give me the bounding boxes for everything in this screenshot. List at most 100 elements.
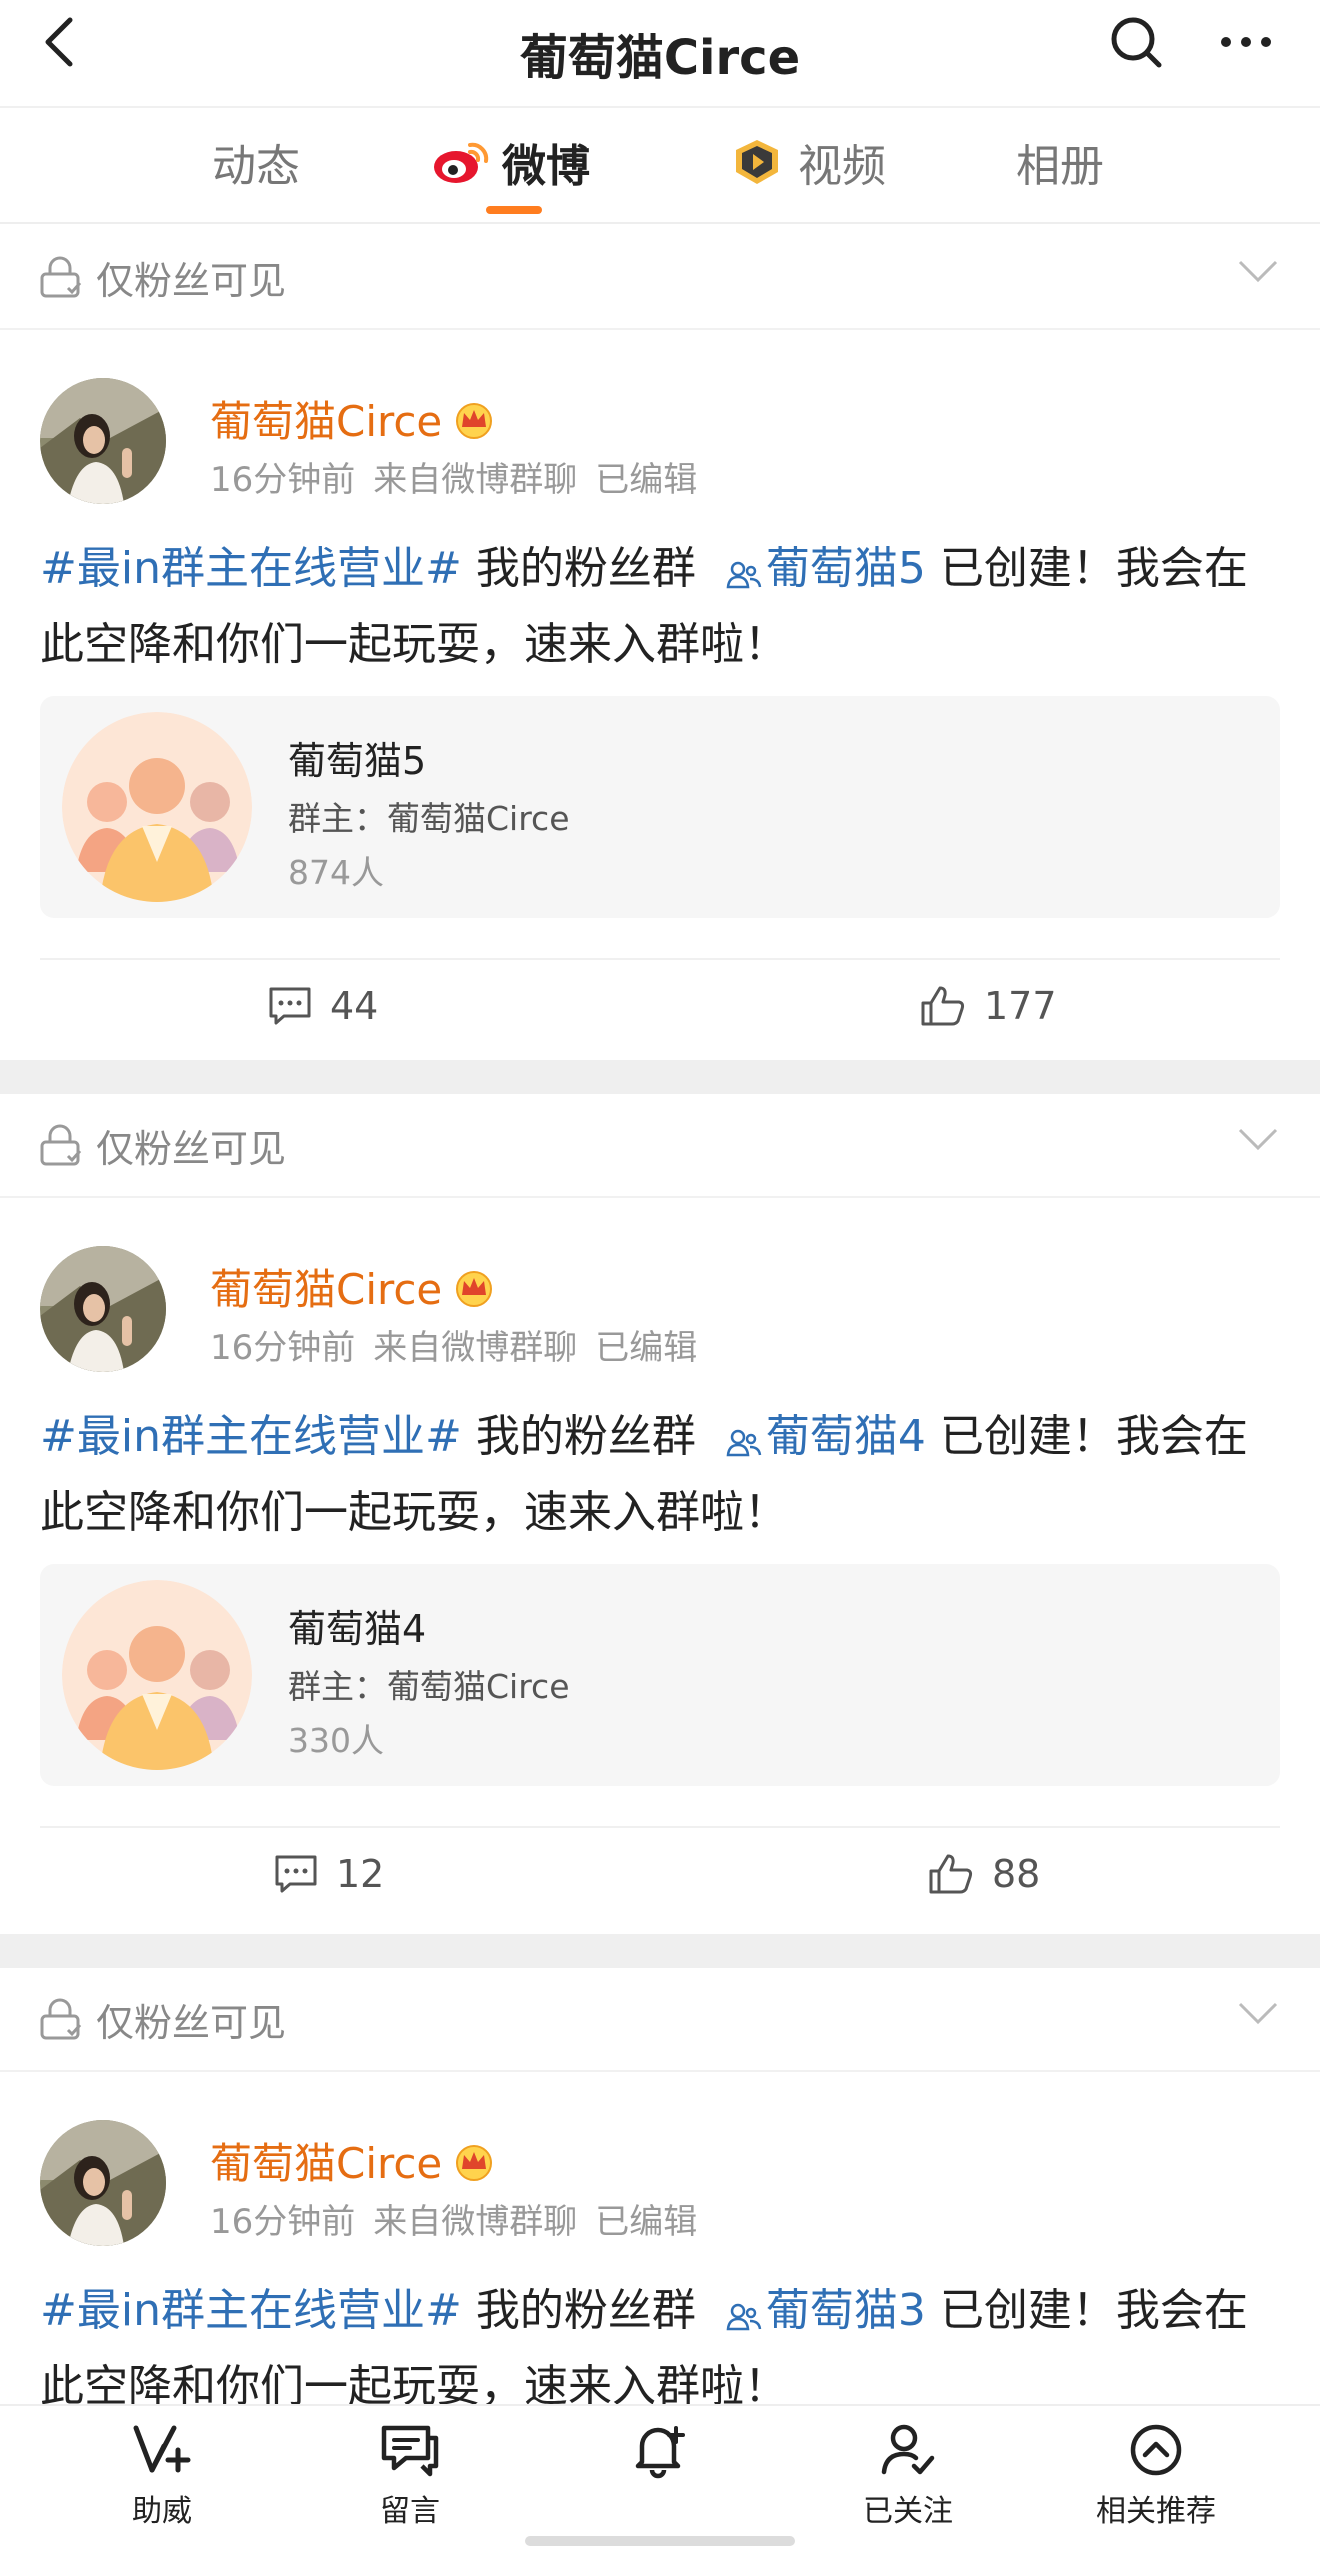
fans-only-lock-icon <box>38 254 86 300</box>
author-name-text: 葡萄猫Circe <box>210 1265 443 1314</box>
chevron-down-icon[interactable] <box>1236 1998 1280 2028</box>
message-bubble-icon <box>381 2425 439 2477</box>
tab-label: 视频 <box>798 141 886 192</box>
tab-weibo[interactable]: 微博 <box>432 132 590 192</box>
member-crown-icon <box>452 399 496 439</box>
tab-label: 相册 <box>1016 141 1104 192</box>
search-icon[interactable] <box>1108 14 1164 70</box>
bottom-nav-label: 留言 <box>380 2494 440 2529</box>
group-link-icon <box>726 540 762 610</box>
author-name-text: 葡萄猫Circe <box>210 2139 443 2188</box>
author-name[interactable]: 葡萄猫Circe <box>210 1256 496 1317</box>
author-name-text: 葡萄猫Circe <box>210 397 443 446</box>
chevron-down-icon[interactable] <box>1236 1124 1280 1154</box>
post-time: 16分钟前 <box>210 2202 356 2242</box>
thumbs-up-icon <box>921 986 965 1026</box>
chevron-down-icon[interactable] <box>1236 256 1280 286</box>
tab-videos[interactable]: 视频 <box>728 132 886 192</box>
avatar[interactable] <box>40 1246 166 1372</box>
bottom-nav-label: 已关注 <box>863 2494 953 2529</box>
post-meta: 16分钟前 来自微博群聊 已编辑 <box>210 1320 715 1369</box>
post-time: 16分钟前 <box>210 1328 356 1368</box>
video-badge-icon <box>728 138 786 186</box>
visibility-label: 仅粉丝可见 <box>96 1127 287 1171</box>
thumbs-up-icon <box>929 1854 973 1894</box>
comment-button[interactable]: 44 <box>268 984 378 1028</box>
post-divider <box>0 1934 1320 1968</box>
page-title: 葡萄猫Circe <box>519 30 801 86</box>
post-source[interactable]: 来自微博群聊 <box>373 460 577 500</box>
visibility-bar[interactable]: 仅粉丝可见 <box>0 1968 1320 2072</box>
tab-dynamics[interactable]: 动态 <box>212 132 300 192</box>
user-check-icon <box>881 2424 935 2475</box>
bottom-nav-label: 助威 <box>132 2494 192 2529</box>
author-name[interactable]: 葡萄猫Circe <box>210 2130 496 2191</box>
bell-plus-icon <box>635 2426 685 2479</box>
cheer-button[interactable]: 助威 <box>82 2420 242 2530</box>
visibility-label: 仅粉丝可见 <box>96 2001 287 2045</box>
tab-album[interactable]: 相册 <box>1016 132 1104 192</box>
post-card: 仅粉丝可见 葡萄猫Circe 16分钟前 来自微博群聊 已编辑 #最in群主在线营业… <box>0 1968 1320 2412</box>
group-link[interactable]: 葡萄猫4 <box>766 1411 926 1462</box>
notify-button[interactable] <box>580 2420 740 2486</box>
post-meta: 16分钟前 来自微博群聊 已编辑 <box>210 452 715 501</box>
post-source[interactable]: 来自微博群聊 <box>373 2202 577 2242</box>
post-text-part: 我的粉丝群 <box>461 2285 710 2336</box>
like-count: 88 <box>992 1852 1041 1896</box>
post-meta: 16分钟前 来自微博群聊 已编辑 <box>210 2194 715 2243</box>
like-button[interactable]: 88 <box>928 1852 1040 1896</box>
post-text: #最in群主在线营业# 我的粉丝群 葡萄猫3 已创建！我会在此空降和你们一起玩耍… <box>40 2276 1290 2422</box>
group-card[interactable]: 葡萄猫5 群主：葡萄猫Circe 874人 <box>40 696 1280 918</box>
group-owner: 群主：葡萄猫Circe <box>288 1667 570 1706</box>
post-text-part: 我的粉丝群 <box>461 543 710 594</box>
group-member-count: 874人 <box>288 853 384 892</box>
group-name: 葡萄猫5 <box>288 739 427 783</box>
group-card[interactable]: 葡萄猫4 群主：葡萄猫Circe 330人 <box>40 1564 1280 1786</box>
visibility-bar[interactable]: 仅粉丝可见 <box>0 1094 1320 1198</box>
post-source[interactable]: 来自微博群聊 <box>373 1328 577 1368</box>
comment-count: 44 <box>330 984 379 1028</box>
fans-only-lock-icon <box>38 1122 86 1168</box>
comment-icon <box>269 987 311 1025</box>
post-actions: 44 177 <box>40 958 1280 1056</box>
post-divider <box>0 1060 1320 1094</box>
back-arrow-icon[interactable] <box>34 14 90 70</box>
topic-link[interactable]: #最in群主在线营业# <box>40 1411 462 1462</box>
related-recommend-button[interactable]: 相关推荐 <box>1076 2420 1236 2530</box>
group-link[interactable]: 葡萄猫5 <box>766 543 926 594</box>
group-name: 葡萄猫4 <box>288 1607 427 1651</box>
avatar[interactable] <box>40 2120 166 2246</box>
group-link-icon <box>726 2282 762 2352</box>
comment-count: 12 <box>336 1852 385 1896</box>
home-indicator[interactable] <box>525 2536 795 2546</box>
visibility-bar[interactable]: 仅粉丝可见 <box>0 226 1320 330</box>
following-button[interactable]: 已关注 <box>828 2420 988 2530</box>
post-edited: 已编辑 <box>595 2202 698 2242</box>
group-avatar <box>62 1580 252 1770</box>
top-bar: 葡萄猫Circe <box>0 0 1320 108</box>
group-avatar <box>62 712 252 902</box>
member-crown-icon <box>452 2141 496 2181</box>
member-crown-icon <box>452 1267 496 1307</box>
group-link[interactable]: 葡萄猫3 <box>766 2285 926 2336</box>
post-edited: 已编辑 <box>595 1328 698 1368</box>
avatar[interactable] <box>40 378 166 504</box>
fans-only-lock-icon <box>38 1996 86 2042</box>
author-name[interactable]: 葡萄猫Circe <box>210 388 496 449</box>
tab-label: 动态 <box>212 141 300 192</box>
topic-link[interactable]: #最in群主在线营业# <box>40 543 462 594</box>
topic-link[interactable]: #最in群主在线营业# <box>40 2285 462 2336</box>
more-options-icon[interactable] <box>1216 14 1276 70</box>
active-tab-indicator <box>486 206 542 214</box>
post-card: 仅粉丝可见 葡萄猫Circe 16分钟前 来自微博群聊 已编辑 #最in群主在线营业… <box>0 1094 1320 1934</box>
post-time: 16分钟前 <box>210 460 356 500</box>
comment-button[interactable]: 12 <box>274 1852 384 1896</box>
weibo-logo-icon <box>432 139 490 185</box>
cheer-v-plus-icon <box>133 2425 191 2473</box>
post-edited: 已编辑 <box>595 460 698 500</box>
message-button[interactable]: 留言 <box>330 2420 490 2530</box>
like-button[interactable]: 177 <box>920 984 1057 1028</box>
group-owner: 群主：葡萄猫Circe <box>288 799 570 838</box>
chevron-up-circle-icon <box>1130 2424 1182 2476</box>
post-text-part: 我的粉丝群 <box>461 1411 710 1462</box>
